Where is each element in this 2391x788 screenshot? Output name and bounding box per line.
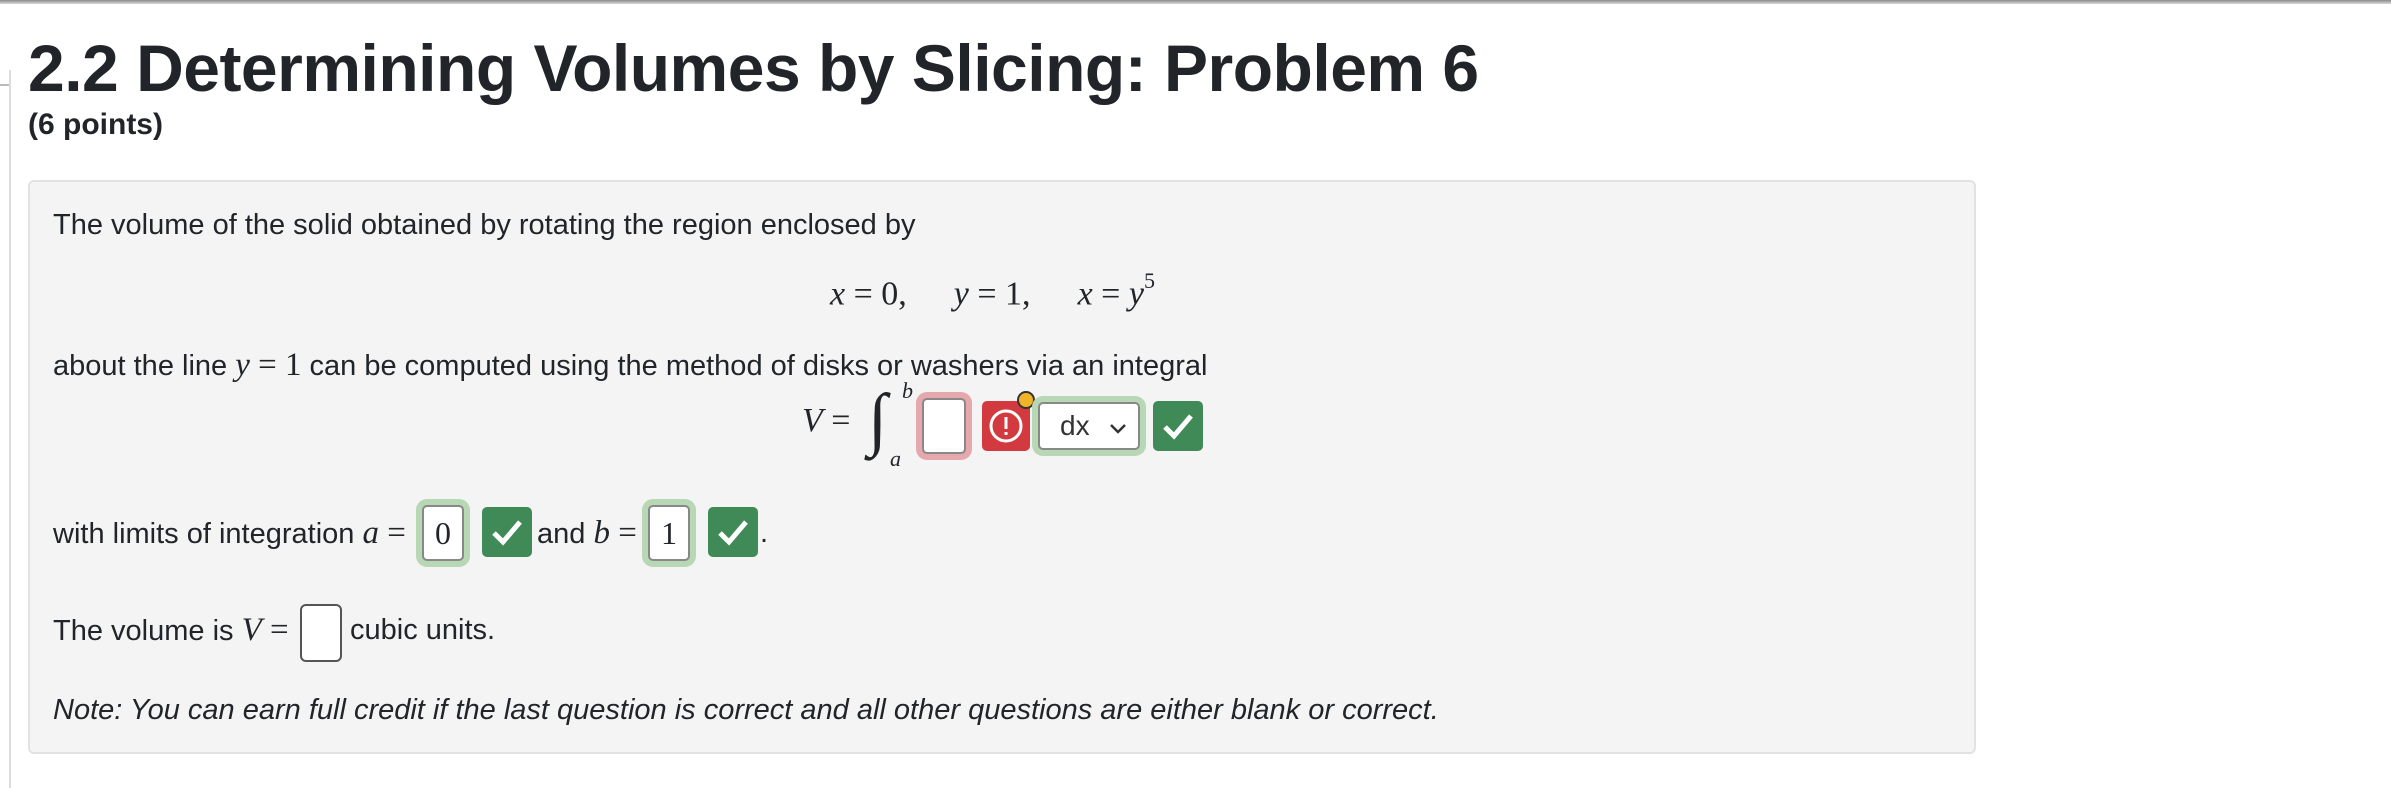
volume-suffix: cubic units. <box>350 614 496 646</box>
and-text: and <box>537 518 594 550</box>
volume-var: V <box>241 612 262 648</box>
differential-selected: dx <box>1060 410 1090 441</box>
credit-note: Note: You can earn full credit if the la… <box>53 694 1439 726</box>
about-eq: = 1 <box>249 347 302 383</box>
chevron-down-icon <box>1108 412 1128 456</box>
check-icon <box>492 520 522 546</box>
about-prefix: about the line <box>53 350 236 382</box>
differential-select[interactable]: dx <box>1038 402 1140 450</box>
about-line-text: about the line y = 1 can be computed usi… <box>53 347 1207 384</box>
region-equations: x = 0, y = 1, x = y5 <box>830 268 1155 313</box>
eq-x0-var: x <box>830 275 846 313</box>
check-icon <box>718 520 748 546</box>
points-label: (6 points) <box>28 108 163 141</box>
focus-indicator-dot <box>1017 391 1035 409</box>
integral-V: V = <box>802 402 850 440</box>
limit-b-correct-badge[interactable] <box>708 507 758 557</box>
limit-b-eq: = <box>609 515 637 551</box>
limits-prefix: with limits of integration <box>53 518 363 550</box>
integral-V-var: V <box>802 402 823 439</box>
limits-period: . <box>760 517 769 549</box>
top-shadow <box>0 0 2391 4</box>
check-icon <box>1163 414 1193 440</box>
about-suffix: can be computed using the method of disk… <box>301 350 1208 382</box>
differential-correct-badge[interactable] <box>1153 401 1203 451</box>
integral-eq: = <box>822 402 851 439</box>
left-rule <box>9 70 11 788</box>
problem-panel <box>28 180 1976 754</box>
limit-a-var: a <box>362 515 379 551</box>
eq-xy-var: x <box>1077 275 1093 313</box>
upper-limit: b <box>902 378 913 403</box>
eq-x0-rest: = 0, <box>845 275 907 313</box>
limits-label: with limits of integration a = <box>53 515 406 552</box>
lower-limit: a <box>890 446 901 471</box>
volume-label: The volume is V = <box>53 612 289 649</box>
page-title: 2.2 Determining Volumes by Slicing: Prob… <box>28 31 1479 105</box>
volume-input[interactable] <box>300 604 342 662</box>
eq-xy-rhs: y <box>1128 275 1144 313</box>
eq-xy-eq: = <box>1092 275 1129 313</box>
limit-a-input[interactable]: 0 <box>422 505 464 561</box>
eq-xy-exp: 5 <box>1143 268 1155 293</box>
limit-a-eq: = <box>378 515 406 551</box>
limits-and: and b = <box>537 515 637 552</box>
about-var: y <box>235 347 250 383</box>
eq-y1-var: y <box>953 275 969 313</box>
left-tick <box>0 84 9 86</box>
limit-b-var: b <box>593 515 610 551</box>
limit-b-input[interactable]: 1 <box>648 505 690 561</box>
limit-a-correct-badge[interactable] <box>482 507 532 557</box>
problem-intro: The volume of the solid obtained by rota… <box>53 209 916 241</box>
volume-prefix: The volume is <box>53 615 242 647</box>
volume-eq: = <box>261 612 289 648</box>
eq-y1-rest: = 1, <box>968 275 1031 313</box>
integral-sign: ∫ <box>868 381 888 458</box>
integrand-input[interactable] <box>922 398 966 454</box>
